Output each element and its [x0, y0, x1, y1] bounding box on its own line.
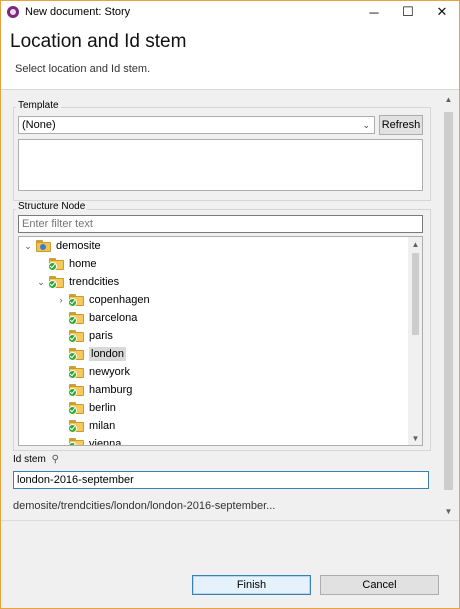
tree-item-newyork[interactable]: newyork [68, 363, 130, 381]
folder-check-icon [68, 294, 84, 307]
page-scrollbar[interactable]: ▲ ▼ [440, 90, 457, 520]
tree-item-london[interactable]: london [68, 345, 127, 363]
folder-check-icon [68, 438, 84, 445]
folder-check-icon [48, 258, 64, 271]
tree-item-berlin[interactable]: berlin [68, 399, 116, 417]
chevron-down-icon[interactable]: ⌄ [23, 237, 33, 255]
wizard-footer: Finish Cancel [1, 520, 459, 608]
structure-node-group-label: Structure Node [16, 201, 88, 212]
tree-item-label: trendcities [69, 276, 120, 288]
tree-item-label: barcelona [89, 312, 138, 324]
folder-check-icon [68, 330, 84, 343]
scroll-down-icon[interactable]: ▼ [408, 431, 422, 445]
tree-item-demosite[interactable]: ⌄ demosite [23, 237, 101, 255]
tree-item-hamburg[interactable]: hamburg [68, 381, 133, 399]
tree-item-label: demosite [56, 240, 101, 252]
tree-item-label: newyork [89, 366, 130, 378]
folder-check-icon [68, 384, 84, 397]
minimize-button[interactable]: ─ [357, 1, 391, 23]
template-select-value: (None) [22, 119, 56, 131]
chevron-right-icon[interactable]: › [56, 291, 66, 309]
folder-check-icon [68, 420, 84, 433]
folder-check-icon [68, 348, 84, 361]
app-logo-icon [7, 6, 19, 18]
folder-check-icon [68, 402, 84, 415]
refresh-button[interactable]: Refresh [379, 115, 423, 135]
tree-item-home[interactable]: home [48, 255, 97, 273]
wizard-header: Location and Id stem Select location and… [1, 23, 459, 90]
tree-item-label: hamburg [89, 384, 133, 396]
tree-item-trendcities[interactable]: ⌄ trendcities [36, 273, 119, 291]
maximize-button[interactable]: ☐ [391, 1, 425, 23]
chevron-down-icon: ⌄ [362, 120, 370, 130]
tree-scrollbar-thumb[interactable] [412, 253, 419, 335]
scroll-up-icon[interactable]: ▲ [440, 92, 457, 106]
tree-item-label: paris [89, 330, 113, 342]
cancel-button[interactable]: Cancel [320, 575, 439, 595]
idstem-input[interactable] [13, 471, 429, 489]
dialog-window: New document: Story ─ ☐ ✕ Location and I… [0, 0, 460, 609]
window-controls: ─ ☐ ✕ [357, 1, 459, 23]
page-title: Location and Id stem [10, 31, 187, 52]
resulting-path: demosite/trendcities/london/london-2016-… [13, 500, 276, 512]
tree-item-barcelona[interactable]: barcelona [68, 309, 138, 327]
window-title: New document: Story [25, 6, 131, 18]
pin-icon: ⚲ [51, 454, 59, 465]
page-subtitle: Select location and Id stem. [15, 63, 151, 75]
template-select[interactable]: (None) ⌄ [18, 116, 375, 134]
page-scrollbar-thumb[interactable] [444, 112, 453, 490]
finish-button[interactable]: Finish [192, 575, 311, 595]
tree-item-milan[interactable]: milan [68, 417, 116, 435]
tree-item-paris[interactable]: paris [68, 327, 113, 345]
title-bar[interactable]: New document: Story ─ ☐ ✕ [1, 1, 459, 23]
folder-check-icon [48, 276, 64, 289]
tree-scrollbar[interactable]: ▲ ▼ [408, 237, 422, 445]
filter-input[interactable] [18, 215, 423, 233]
structure-tree[interactable]: ⌄ demosite home ⌄ trendcities › copenhag… [18, 236, 423, 446]
site-folder-icon [36, 240, 51, 252]
chevron-down-icon[interactable]: ⌄ [36, 273, 46, 291]
tree-item-label: vienna [89, 438, 122, 446]
tree-item-label: milan [89, 420, 116, 432]
scroll-down-icon[interactable]: ▼ [440, 504, 457, 518]
tree-item-vienna[interactable]: vienna [68, 435, 122, 446]
tree-item-label-selected: london [89, 347, 127, 361]
tree-item-label: home [69, 258, 97, 270]
template-preview-area[interactable] [18, 139, 423, 191]
template-group-label: Template [16, 100, 61, 111]
close-button[interactable]: ✕ [425, 1, 459, 23]
tree-item-label: berlin [89, 402, 116, 414]
idstem-label: Id stem [13, 454, 46, 465]
scroll-up-icon[interactable]: ▲ [408, 237, 422, 251]
wizard-content: Template (None) ⌄ Refresh Structure Node… [1, 90, 441, 520]
idstem-label-row: Id stem ⚲ [13, 454, 59, 465]
tree-item-copenhagen[interactable]: › copenhagen [56, 291, 150, 309]
folder-check-icon [68, 366, 84, 379]
folder-check-icon [68, 312, 84, 325]
tree-item-label: copenhagen [89, 294, 150, 306]
